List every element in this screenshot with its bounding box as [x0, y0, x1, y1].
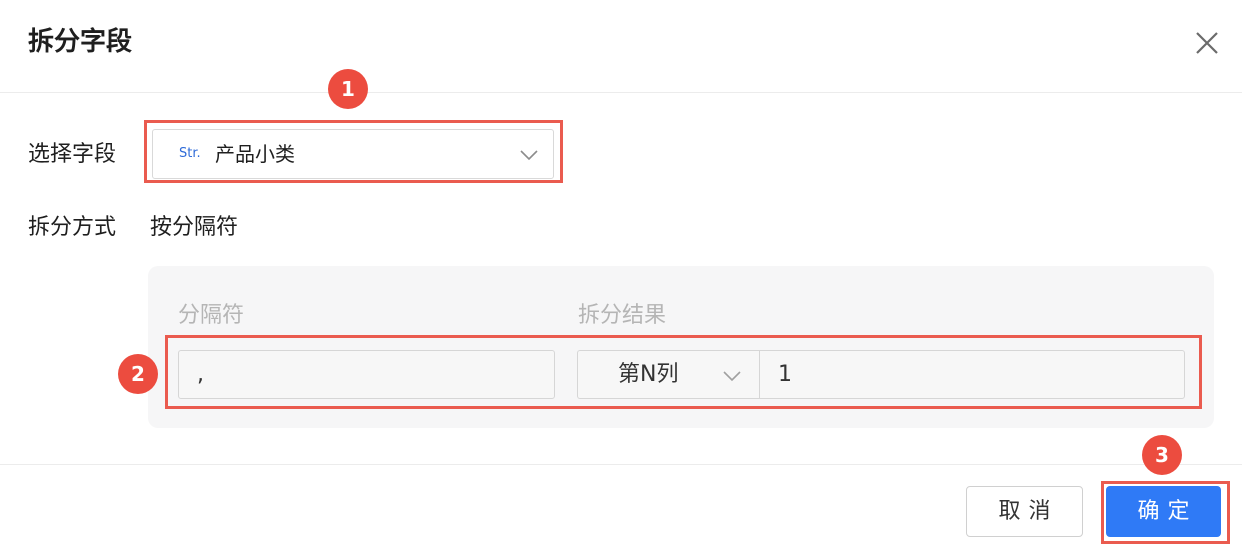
close-icon[interactable]	[1192, 28, 1222, 58]
annotation-box-1	[144, 120, 563, 183]
annotation-box-3	[1101, 481, 1230, 544]
header-divider	[0, 92, 1242, 93]
annotation-badge-2: 2	[118, 354, 158, 394]
dialog-title: 拆分字段	[28, 27, 133, 57]
method-value: 按分隔符	[150, 215, 239, 240]
result-header: 拆分结果	[578, 303, 667, 328]
annotation-badge-1: 1	[328, 69, 368, 109]
annotation-badge-3: 3	[1142, 435, 1182, 475]
cancel-button[interactable]: 取消	[966, 486, 1083, 537]
annotation-box-2	[165, 335, 1202, 409]
field-label: 选择字段	[28, 142, 117, 167]
method-label: 拆分方式	[28, 215, 117, 240]
separator-header: 分隔符	[178, 303, 245, 328]
footer-divider	[0, 464, 1242, 465]
